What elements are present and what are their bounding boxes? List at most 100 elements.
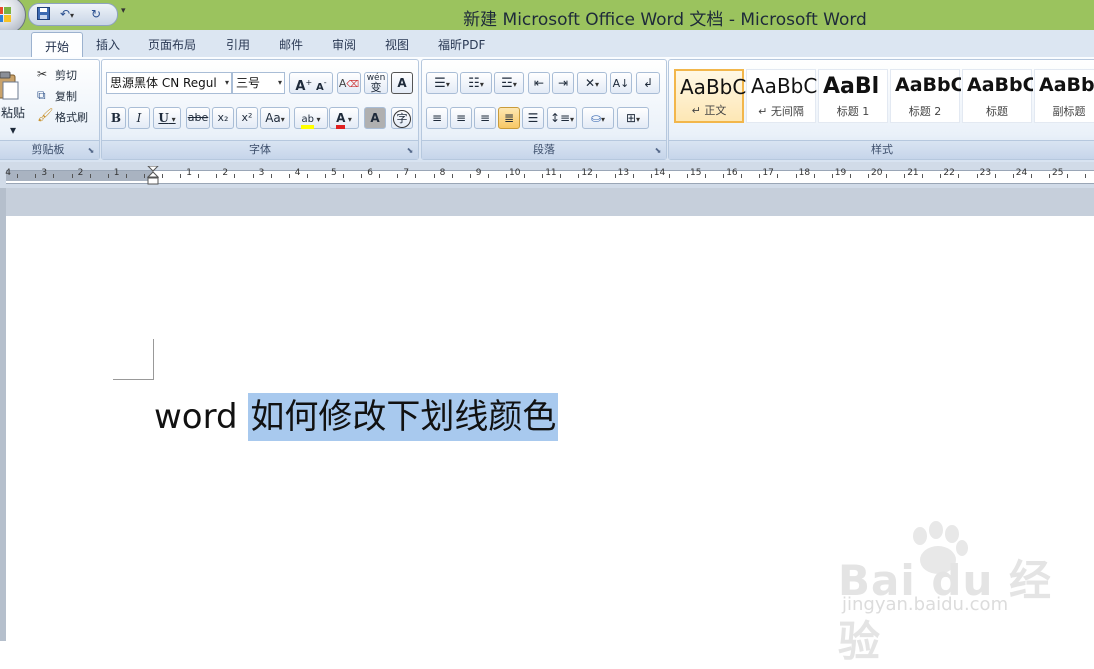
phonetic-guide-button[interactable]: wén 变 [364, 72, 388, 94]
ruler-label: 4 [5, 168, 11, 178]
paste-dropdown-icon[interactable]: ▾ [10, 123, 16, 137]
scissors-icon: ✂ [37, 67, 48, 81]
ruler-label: 12 [581, 168, 593, 178]
shrink-font-button[interactable]: A [316, 82, 324, 93]
change-case-button[interactable]: Aa▾ [260, 107, 290, 129]
copy-icon: ⧉ [37, 88, 46, 102]
multilevel-dropdown-icon[interactable]: ▾ [513, 80, 517, 89]
justify-button[interactable]: ≣ [498, 107, 520, 129]
line-spacing-button[interactable]: ↕≡▾ [547, 107, 577, 129]
bullets-dropdown-icon[interactable]: ▾ [446, 80, 450, 89]
character-shading-button[interactable]: A [364, 107, 386, 129]
shading-dropdown-icon[interactable]: ▾ [601, 115, 605, 124]
document-text-line[interactable]: word 如何修改下划线颜色 [154, 392, 559, 442]
ruler-tick [831, 174, 833, 178]
decrease-indent-button[interactable]: ⇤ [528, 72, 550, 94]
style-heading-2[interactable]: AaBbC 标题 2 [890, 69, 961, 123]
bullets-button[interactable]: ☰▾ [426, 72, 458, 94]
ruler-tick [723, 174, 725, 178]
strikethrough-button[interactable]: abe [186, 107, 210, 129]
numbering-dropdown-icon[interactable]: ▾ [480, 80, 484, 89]
change-case-dropdown-icon[interactable]: ▾ [281, 115, 285, 124]
ruler-tick [759, 174, 761, 178]
ruler-tick [252, 174, 254, 178]
ruler-tick [705, 174, 707, 178]
multilevel-list-button[interactable]: ☲▾ [494, 72, 524, 94]
ruler-tick [686, 174, 688, 178]
chinese-layout-icon: ✕ [584, 76, 596, 90]
ruler-tick [288, 174, 290, 178]
style-title[interactable]: AaBbC 标题 [962, 69, 1033, 123]
highlighter-icon: ab [301, 114, 314, 129]
font-size-dropdown-icon[interactable]: ▾ [278, 73, 282, 93]
tab-home[interactable]: 开始 [31, 32, 83, 59]
font-size-combo[interactable]: 三号 ▾ [232, 72, 285, 94]
font-color-dropdown-icon[interactable]: ▾ [345, 115, 352, 124]
ribbon-tab-strip: 开始 插入 页面布局 引用 邮件 审阅 视图 福昕PDF [0, 30, 1094, 59]
borders-button[interactable]: ⊞▾ [617, 107, 649, 129]
ruler-tick [71, 174, 73, 178]
style-heading-1[interactable]: AaBl 标题 1 [818, 69, 888, 123]
underline-button[interactable]: U ▾ [153, 107, 181, 129]
ruler-label: 13 [617, 168, 630, 178]
font-color-button[interactable]: A ▾ [329, 107, 359, 129]
ruler-label: 8 [439, 168, 446, 178]
line-spacing-dropdown-icon[interactable]: ▾ [570, 115, 574, 124]
paste-button[interactable]: 粘贴 ▾ [0, 66, 27, 137]
shading-button[interactable]: ⛀▾ [582, 107, 614, 129]
text-highlight-button[interactable]: ab ▾ [294, 107, 328, 129]
tab-review[interactable]: 审阅 [332, 36, 356, 53]
paragraph-dialog-launcher-icon[interactable]: ⬊ [653, 146, 663, 156]
distributed-button[interactable]: ☰ [522, 107, 544, 129]
tab-mailings[interactable]: 邮件 [279, 36, 303, 53]
character-border-button[interactable]: A [391, 72, 413, 94]
style-normal[interactable]: AaBbCcDc ↵ 正文 [674, 69, 746, 123]
cut-button[interactable]: ✂ 剪切 [37, 66, 97, 84]
tab-page-layout[interactable]: 页面布局 [148, 36, 196, 53]
ruler-tick [578, 174, 580, 178]
font-dialog-launcher-icon[interactable]: ⬊ [405, 146, 415, 156]
font-name-combo[interactable]: 思源黑体 CN Regul ▾ [106, 72, 232, 94]
numbering-button[interactable]: ☷▾ [460, 72, 492, 94]
clear-format-button[interactable]: A⌫ [337, 72, 361, 94]
sort-button[interactable]: A↓ [610, 72, 632, 94]
ruler-tick [1030, 174, 1032, 178]
style-no-spacing[interactable]: AaBbCcDc ↵ 无间隔 [746, 69, 817, 123]
copy-button[interactable]: ⧉ 复制 [37, 87, 97, 105]
borders-dropdown-icon[interactable]: ▾ [636, 115, 640, 124]
enclose-characters-button[interactable]: 字 [391, 107, 413, 129]
italic-button[interactable]: I [128, 107, 150, 129]
ruler-tick [306, 174, 308, 178]
indent-marker-icon[interactable] [147, 166, 159, 186]
ruler-tick [143, 174, 145, 178]
superscript-button[interactable]: x² [236, 107, 258, 129]
align-right-button[interactable]: ≡ [474, 107, 496, 129]
selected-text[interactable]: 如何修改下划线颜色 [248, 393, 559, 441]
increase-indent-icon: ⇥ [557, 76, 569, 90]
tab-references[interactable]: 引用 [226, 36, 250, 53]
ruler-tick [596, 174, 598, 178]
show-hide-marks-button[interactable]: ↲ [636, 72, 660, 94]
style-subtitle[interactable]: AaBbC 副标题 [1034, 69, 1094, 123]
subscript-button[interactable]: x₂ [212, 107, 234, 129]
clipboard-dialog-launcher-icon[interactable]: ⬊ [86, 146, 96, 156]
chinese-layout-button[interactable]: ✕▾ [577, 72, 607, 94]
underline-dropdown-icon[interactable]: ▾ [169, 114, 176, 124]
tab-foxit-pdf[interactable]: 福昕PDF [438, 36, 485, 53]
grow-font-button[interactable]: A [295, 79, 305, 94]
chinese-layout-dropdown-icon[interactable]: ▾ [595, 80, 599, 89]
align-left-icon: ≡ [431, 111, 443, 125]
increase-indent-button[interactable]: ⇥ [552, 72, 574, 94]
align-center-button[interactable]: ≡ [450, 107, 472, 129]
ruler-tick [216, 174, 218, 178]
font-name-dropdown-icon[interactable]: ▾ [225, 73, 229, 93]
tab-view[interactable]: 视图 [385, 36, 409, 53]
bold-button[interactable]: B [106, 107, 126, 129]
highlight-dropdown-icon[interactable]: ▾ [314, 115, 320, 124]
format-painter-button[interactable]: 🖌 格式刷 [37, 108, 99, 126]
ruler-label: 2 [77, 168, 84, 178]
numbered-list-icon: ☷ [468, 76, 480, 91]
ruler-tick [994, 174, 996, 178]
tab-insert[interactable]: 插入 [96, 36, 120, 53]
align-left-button[interactable]: ≡ [426, 107, 448, 129]
